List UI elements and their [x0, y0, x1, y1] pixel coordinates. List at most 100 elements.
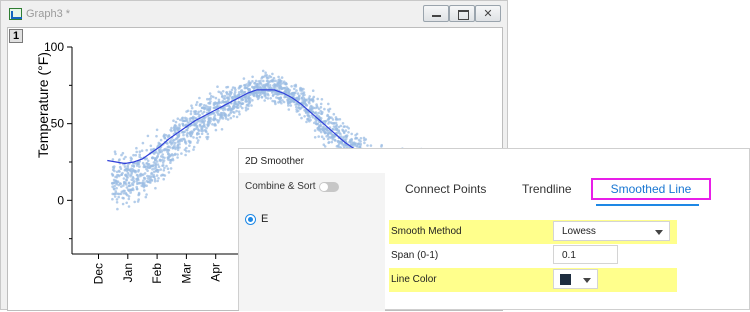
data-point [314, 106, 317, 110]
data-point [327, 141, 331, 144]
data-point [127, 181, 131, 185]
data-point [176, 143, 180, 147]
smooth-method-select[interactable]: Lowess [553, 221, 670, 241]
dataset-radio[interactable] [245, 214, 256, 225]
combine-sort-toggle[interactable] [319, 182, 339, 192]
span-input[interactable]: 0.1 [553, 245, 618, 264]
data-point [194, 110, 198, 113]
data-point [141, 161, 145, 165]
data-point [198, 96, 201, 100]
data-point [136, 200, 140, 203]
data-point [316, 126, 320, 130]
data-point [341, 122, 345, 125]
minimize-button[interactable] [423, 5, 449, 22]
data-point [280, 86, 284, 90]
data-point [327, 102, 330, 106]
line-color-select[interactable] [553, 269, 598, 289]
data-point [239, 105, 242, 108]
data-point [240, 89, 243, 92]
data-point [195, 103, 198, 106]
data-point [203, 107, 206, 110]
active-tab-indicator [596, 204, 699, 206]
color-swatch [560, 274, 571, 285]
data-point [272, 86, 276, 89]
data-point [152, 173, 155, 177]
data-point [176, 148, 180, 152]
data-point [138, 181, 141, 185]
data-point [223, 94, 227, 98]
data-point [350, 137, 353, 141]
data-point [333, 138, 337, 142]
data-point [208, 108, 211, 112]
tab-connect-points[interactable]: Connect Points [405, 182, 486, 196]
data-point [200, 132, 204, 135]
data-point [198, 104, 202, 107]
data-point [127, 205, 131, 208]
data-point [300, 92, 303, 95]
tab-trendline[interactable]: Trendline [522, 182, 572, 196]
data-point [248, 88, 251, 91]
data-point [216, 111, 219, 115]
data-point [156, 163, 160, 166]
data-point [128, 184, 131, 187]
data-point [347, 127, 351, 130]
data-point [295, 105, 298, 109]
data-point [284, 91, 288, 94]
data-point [111, 192, 114, 196]
data-point [122, 177, 126, 180]
data-point [192, 148, 195, 151]
data-point [233, 94, 237, 98]
data-point [304, 110, 308, 114]
data-point [118, 174, 121, 178]
data-point [219, 117, 222, 120]
data-point [233, 102, 237, 105]
close-button[interactable]: ✕ [475, 5, 501, 22]
smooth-method-value: Lowess [562, 226, 596, 237]
data-point [153, 177, 157, 181]
data-point [192, 145, 196, 149]
data-point [113, 150, 117, 153]
data-point [247, 97, 250, 100]
data-point [141, 181, 144, 185]
data-point [146, 159, 150, 163]
data-point [305, 120, 308, 124]
data-point [272, 76, 276, 80]
data-point [310, 98, 314, 102]
tab-smoothed-line[interactable]: Smoothed Line [591, 178, 711, 200]
data-point [316, 97, 320, 101]
data-point [169, 146, 172, 149]
data-point [229, 116, 233, 120]
data-point [330, 140, 334, 144]
data-point [116, 180, 119, 184]
data-point [114, 190, 118, 193]
data-point [137, 178, 140, 182]
data-point [120, 173, 123, 176]
data-point [156, 160, 159, 163]
data-point [269, 97, 273, 100]
data-point [271, 72, 274, 76]
data-point [339, 132, 342, 136]
data-point [176, 140, 180, 144]
data-point [255, 82, 259, 86]
data-point [335, 128, 339, 132]
data-point [172, 146, 175, 149]
smooth-method-label: Smooth Method [391, 226, 462, 237]
window-titlebar[interactable]: Graph3 * ✕ [1, 1, 507, 27]
data-point [201, 119, 204, 123]
data-point [176, 153, 179, 156]
data-point [261, 69, 265, 73]
data-point [158, 142, 162, 146]
data-point [253, 86, 256, 89]
data-point [256, 97, 260, 101]
data-point [138, 150, 142, 153]
data-point [303, 115, 306, 118]
data-point [143, 172, 147, 175]
data-point [200, 127, 203, 131]
maximize-button[interactable] [449, 5, 475, 22]
x-tick-label: Apr [209, 263, 223, 282]
data-point [247, 104, 250, 108]
data-point [247, 80, 251, 83]
data-point [135, 146, 138, 150]
data-point [242, 91, 246, 94]
data-point [180, 152, 183, 155]
